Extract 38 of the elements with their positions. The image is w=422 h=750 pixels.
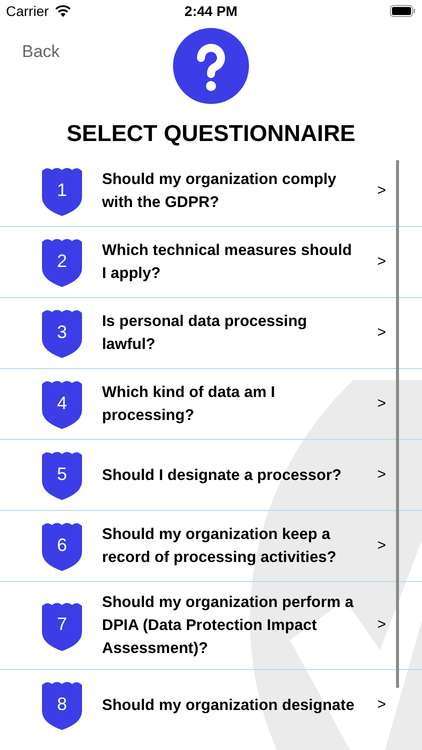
shield-badge: 3 [40, 307, 84, 359]
chevron: > [377, 464, 386, 485]
questionnaire-row[interactable]: 2 Which technical measures should I apply? > [0, 227, 422, 298]
page-title: SELECT QUESTIONNAIRE [66, 119, 356, 148]
back-button[interactable]: Back [22, 39, 60, 64]
question-text: Should my organization comply with the GDPR? [102, 170, 338, 213]
carrier-label: Carrier [6, 2, 49, 20]
status-time: 2:44 PM [184, 2, 238, 20]
chevron: > [377, 180, 386, 201]
question-text: Should my organization keep a record of processing activities? [102, 525, 338, 568]
questionnaire-row[interactable]: 5 Should I designate a processor? > [0, 440, 422, 511]
help-icon [173, 28, 249, 104]
questionnaire-row[interactable]: 8 Should my organization designate > [0, 670, 422, 730]
question-text: Should my organization designate [102, 696, 356, 716]
questionnaire-row[interactable]: 3 Is personal data processing lawful? > [0, 298, 422, 369]
questionnaire-row[interactable]: 1 Should my organization comply with the GDPR? > [0, 156, 422, 227]
shield-badge: 6 [40, 520, 84, 572]
question-text: Which kind of data am I processing? [102, 383, 276, 426]
shield-badge: 1 [40, 165, 84, 217]
shield-badge: 8 [40, 679, 84, 730]
question-text: Should my organization perform a DPIA (Data Protection Impact Assessment)? [102, 593, 355, 659]
shield-badge: 5 [40, 449, 84, 501]
chevron: > [377, 694, 386, 715]
chevron: > [377, 252, 386, 272]
questionnaire-row[interactable]: 6 Should my organization keep a record of processing activities? > [0, 511, 422, 582]
battery-icon [390, 5, 416, 17]
chevron: > [377, 615, 386, 636]
question-text: Which technical measures should I apply? [102, 241, 353, 284]
shield-badge: 2 [40, 236, 84, 288]
questionnaire-row[interactable]: 7 Should my organization perform a DPIA (Data Protection Impact Assessment)? > [0, 582, 422, 670]
chevron: > [377, 394, 386, 414]
chevron: > [377, 322, 386, 343]
questionnaire-row[interactable]: 4 Which kind of data am I processing? > [0, 369, 422, 440]
chevron: > [377, 536, 386, 556]
wifi-icon [54, 5, 71, 17]
question-text: Should I designate a processor? [102, 466, 342, 486]
question-text: Is personal data processing lawful? [102, 312, 308, 355]
shield-badge: 4 [40, 378, 84, 430]
